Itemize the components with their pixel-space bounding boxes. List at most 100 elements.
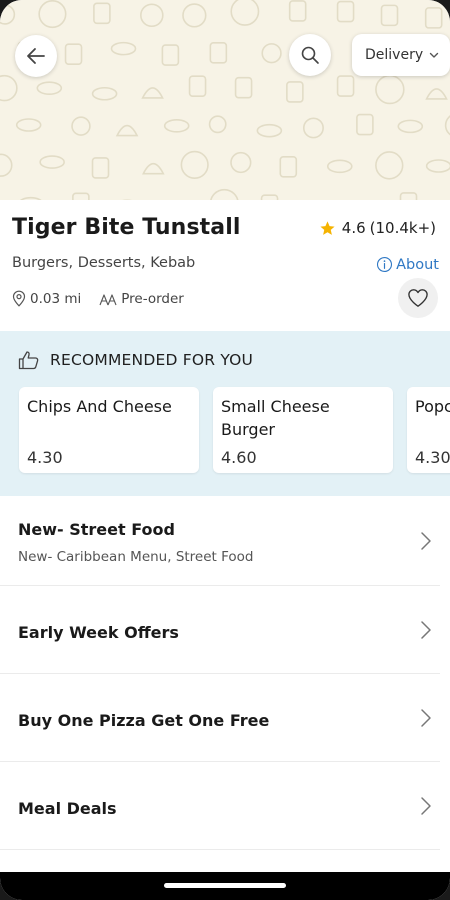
food-doodle [71,116,91,136]
chevron-right-icon [421,709,431,727]
food-doodle [0,4,16,25]
recommended-title-text: RECOMMENDED FOR YOU [50,351,254,369]
food-doodle [188,75,207,97]
food-doodle [115,124,139,137]
category-title: Early Week Offers [18,623,179,642]
menu-category-row[interactable]: Early Week Offers [0,586,450,673]
food-doodle [38,0,67,29]
recommended-item[interactable]: Small Cheese Burger 4.60 [213,387,393,473]
food-doodle [230,151,252,174]
food-doodle [380,4,399,27]
food-doodle [72,192,90,200]
food-doodle [302,117,324,139]
item-price: 4.30 [27,448,63,467]
thumbs-up-icon [18,351,39,370]
food-doodle [19,196,42,200]
food-doodle [161,44,180,66]
location-pin-icon [12,290,26,307]
food-doodle [375,74,405,105]
category-title: Buy One Pizza Get One Free [18,711,270,730]
chevron-right-icon [421,532,431,550]
food-doodle [397,119,424,134]
food-doodle [230,0,260,26]
restaurant-name: Tiger Bite Tunstall [12,215,241,240]
food-doodle [209,42,228,64]
rating-value: 4.6 [341,219,366,237]
food-doodle [444,115,450,136]
home-gesture-handle[interactable] [164,883,286,888]
recommended-item[interactable]: Chips And Cheese 4.30 [19,387,199,473]
food-doodle [93,2,111,25]
food-doodle [208,115,227,134]
food-doodle [261,43,282,64]
delivery-mode-dropdown[interactable]: Delivery [352,34,450,76]
arrow-left-icon [27,48,45,64]
pre-order-icon [99,293,117,305]
food-doodle [424,7,443,29]
food-doodle [288,0,307,22]
recommended-item[interactable]: Popc 4.30 [407,387,450,473]
food-doodle [0,74,18,102]
menu-category-row[interactable]: New- Street Food New- Caribbean Menu, St… [0,496,450,585]
food-doodle [0,153,13,177]
search-button[interactable] [289,34,331,76]
food-doodle [163,119,190,133]
chevron-down-icon [429,52,439,58]
item-price: 4.30 [415,448,450,467]
item-name: Small Cheese Burger [221,397,330,439]
food-doodle [36,81,63,95]
search-icon [301,46,319,64]
category-title: Meal Deals [18,799,117,818]
item-price: 4.60 [221,448,257,467]
divider [0,849,440,850]
food-doodle [110,41,137,56]
food-doodle [64,43,83,65]
food-doodle [375,151,404,180]
about-link[interactable]: About [376,256,439,273]
distance: 0.03 mi [30,290,82,307]
item-name: Chips And Cheese [27,397,172,416]
back-button[interactable] [15,35,57,77]
info-icon [377,256,393,273]
category-subtitle: New- Caribbean Menu, Street Food [18,549,254,565]
heart-icon [408,289,428,307]
food-doodle [260,194,279,200]
chevron-right-icon [421,797,431,815]
food-doodle [180,150,209,179]
food-doodle [182,3,207,28]
restaurant-banner [0,0,450,200]
food-doodle [91,86,118,101]
food-doodle [326,159,353,174]
menu-category-row[interactable]: Buy One Pizza Get One Free [0,674,450,761]
food-doodle [210,188,239,200]
star-icon [320,220,335,235]
food-doodle [336,75,355,97]
food-doodle [336,0,355,23]
food-doodle [256,123,283,138]
food-doodle [91,157,110,179]
food-doodle-pattern [0,0,450,200]
food-doodle [425,88,448,100]
food-doodle [141,87,164,99]
system-navigation-bar [0,872,450,900]
food-doodle [279,156,298,178]
item-name: Popc [415,397,450,416]
food-doodle [399,192,418,200]
favourite-button[interactable] [398,278,438,318]
food-doodle [140,3,164,28]
restaurant-cuisines: Burgers, Desserts, Kebab [12,255,196,271]
food-doodle [142,162,165,175]
app-screen: Delivery Tiger Bite Tunstall 4.6 (10.4k+… [0,0,450,900]
food-doodle [234,76,253,99]
menu-category-row[interactable]: Meal Deals [0,762,450,849]
recommended-title: RECOMMENDED FOR YOU [18,350,253,370]
recommended-section: RECOMMENDED FOR YOU Chips And Cheese 4.3… [0,331,450,496]
food-doodle [425,159,450,173]
food-doodle [15,118,42,132]
food-doodle [356,113,374,136]
chevron-right-icon [421,621,431,639]
restaurant-rating: 4.6 (10.4k+) [319,219,436,237]
restaurant-meta: 0.03 mi Pre-order [12,290,184,307]
rating-count: (10.4k+) [369,219,436,237]
food-doodle [286,81,304,103]
